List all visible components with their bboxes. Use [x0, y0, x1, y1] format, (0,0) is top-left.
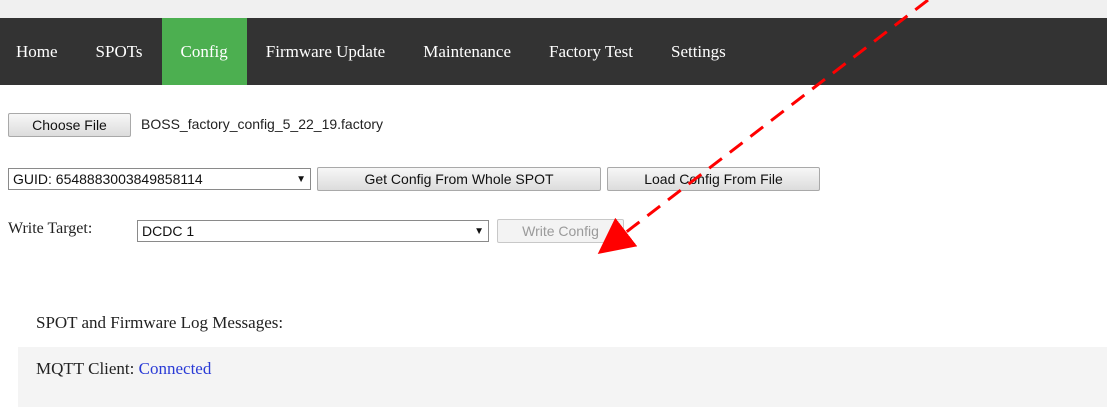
- guid-select[interactable]: GUID: 6548883003849858114 ▼: [8, 168, 311, 190]
- log-panel: MQTT Client: Connected: [18, 347, 1107, 407]
- write-target-label: Write Target:: [8, 220, 93, 237]
- nav-factory-test[interactable]: Factory Test: [530, 18, 652, 85]
- log-section-title: SPOT and Firmware Log Messages:: [36, 313, 284, 332]
- nav-config[interactable]: Config: [161, 18, 247, 85]
- dropdown-arrow-icon: ▼: [474, 225, 484, 237]
- write-target-value: DCDC 1: [142, 223, 195, 239]
- guid-select-value: GUID: 6548883003849858114: [13, 171, 203, 187]
- nav-firmware-update[interactable]: Firmware Update: [247, 18, 404, 85]
- selected-filename: BOSS_factory_config_5_22_19.factory: [141, 116, 384, 132]
- main-navbar: Home SPOTs Config Firmware Update Mainte…: [0, 18, 1107, 85]
- write-target-select[interactable]: DCDC 1 ▼: [137, 220, 489, 242]
- mqtt-label: MQTT Client:: [36, 359, 135, 378]
- load-config-button[interactable]: Load Config From File: [607, 167, 820, 191]
- mqtt-status-value: Connected: [138, 359, 212, 378]
- top-strip: [0, 0, 1107, 18]
- nav-maintenance[interactable]: Maintenance: [404, 18, 530, 85]
- choose-file-button[interactable]: Choose File: [8, 113, 131, 137]
- get-config-button[interactable]: Get Config From Whole SPOT: [317, 167, 601, 191]
- mqtt-status-line: MQTT Client: Connected: [36, 359, 211, 379]
- write-config-button[interactable]: Write Config: [497, 219, 624, 243]
- dropdown-arrow-icon: ▼: [296, 173, 306, 185]
- nav-spots[interactable]: SPOTs: [77, 18, 162, 85]
- nav-home[interactable]: Home: [0, 18, 77, 85]
- nav-settings[interactable]: Settings: [652, 18, 745, 85]
